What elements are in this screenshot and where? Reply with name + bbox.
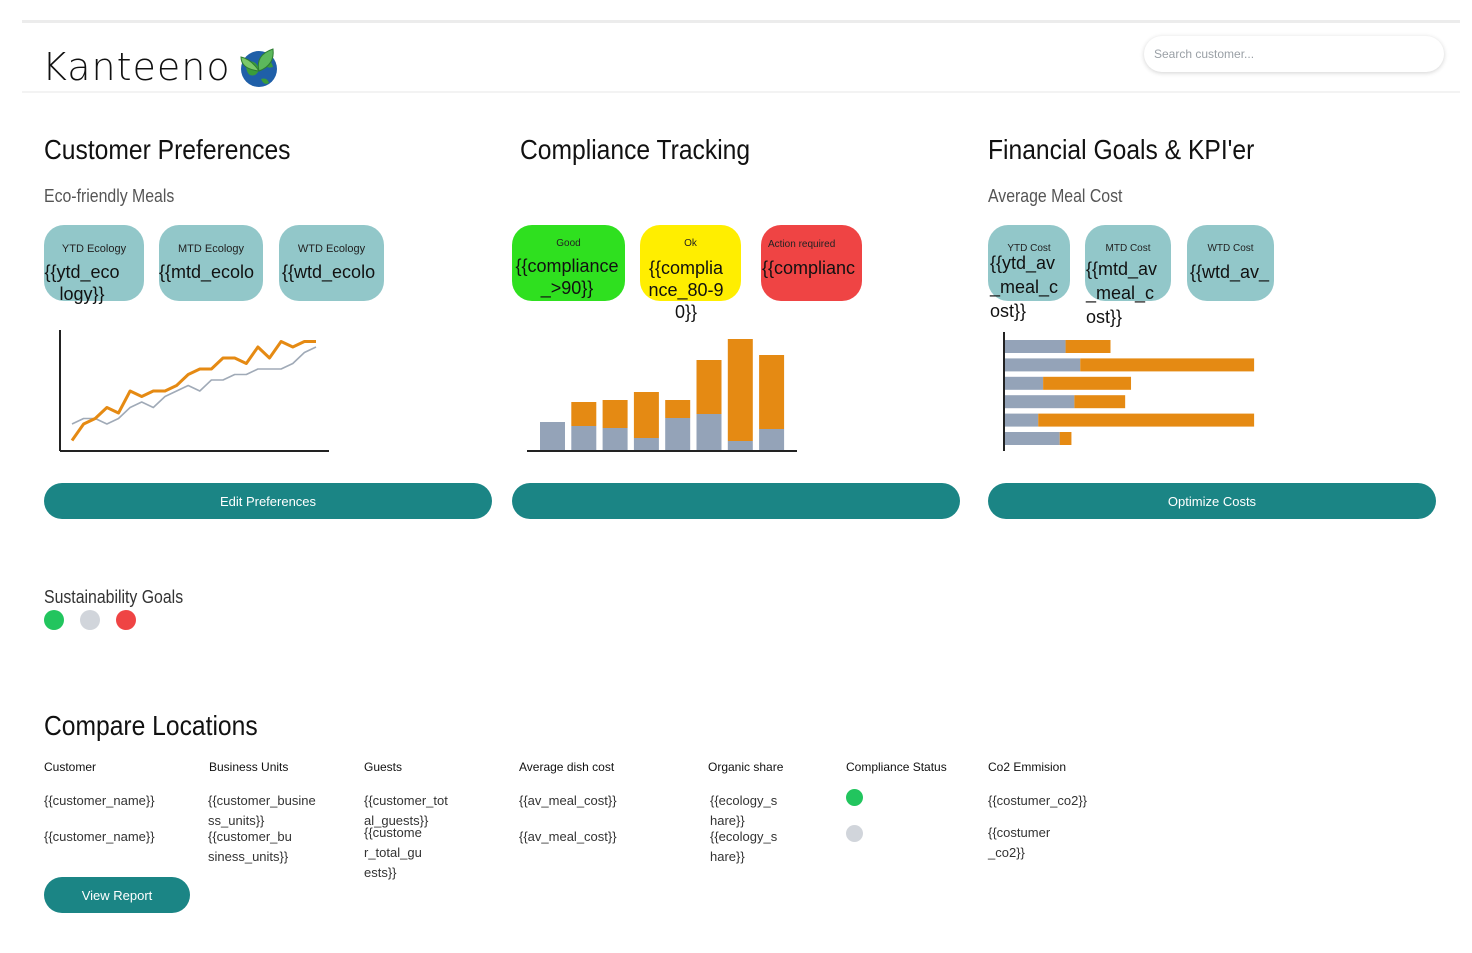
column-header-organic-share: Organic share xyxy=(708,760,784,774)
hbar-5-segment-1 xyxy=(1005,413,1039,427)
ytd-ecology-label: YTD Ecology xyxy=(61,243,127,255)
line-series-2 xyxy=(71,346,317,425)
meal-cost-horizontal-bar-chart xyxy=(1003,332,1255,451)
hbar-4-segment-2 xyxy=(1074,395,1126,409)
mtd-cost-card: MTD Cost {{mtd_av_meal_cost}} xyxy=(1085,225,1171,327)
bar-5-segment-1 xyxy=(665,418,691,450)
sustainability-status-dot-green xyxy=(44,610,64,630)
wtd-ecology-value: {{wtd_ecology}} xyxy=(282,262,376,285)
compliance-ok-label: Ok xyxy=(684,238,697,249)
row2-guests: {{customer_total_guests}} xyxy=(364,825,422,880)
wtd-ecology-card: WTD Ecology {{wtd_ecology}} xyxy=(279,225,384,301)
sustainability-status-dot-gray xyxy=(80,610,100,630)
row2-average-dish-cost: {{av_meal_cost}} xyxy=(519,829,617,844)
column-header-compliance-status: Compliance Status xyxy=(846,760,947,774)
wtd-cost-card: WTD Cost {{wtd_av_meal_cost}} xyxy=(1187,225,1274,301)
bar-6-segment-1 xyxy=(696,414,722,450)
row1-customer: {{customer_name}} xyxy=(44,793,155,808)
row2-customer: {{customer_name}} xyxy=(44,829,155,844)
ytd-cost-value: {{ytd_av_meal_cost}} xyxy=(990,253,1059,321)
row2-business-units: {{customer_business_units}} xyxy=(208,829,292,864)
row2-compliance-status-dot xyxy=(846,825,863,842)
bar-5-segment-2 xyxy=(665,400,691,418)
compliance-action-button[interactable] xyxy=(512,483,960,519)
compliance-stacked-bar-chart xyxy=(527,339,797,452)
ytd-cost-card: YTD Cost {{ytd_av_meal_cost}} xyxy=(988,225,1070,321)
hbar-2-segment-1 xyxy=(1005,358,1081,372)
row1-organic-share: {{ecology_share}} xyxy=(710,793,778,828)
hbar-6-segment-1 xyxy=(1005,432,1060,445)
brand-logo[interactable]: Kanteeno xyxy=(42,45,281,89)
bar-8-segment-2 xyxy=(759,355,785,429)
mtd-cost-value: {{mtd_av_meal_cost}} xyxy=(1086,259,1158,327)
financial-title: Financial Goals & KPI'er xyxy=(988,134,1255,165)
mtd-ecology-label: MTD Ecology xyxy=(177,243,245,255)
compliance-ok-value: {{compliance_80-90}} xyxy=(648,258,724,322)
bar-2-segment-2 xyxy=(571,402,597,426)
eco-meals-line-chart xyxy=(59,330,329,452)
bar-7-segment-1 xyxy=(727,441,753,450)
hbar-2-segment-2 xyxy=(1080,358,1255,372)
preferences-subtitle: Eco-friendly Meals xyxy=(44,186,175,206)
wtd-cost-label: WTD Cost xyxy=(1207,243,1254,254)
hbar-3-segment-2 xyxy=(1043,376,1132,390)
bar-4-segment-2 xyxy=(633,392,659,438)
bar-2-segment-1 xyxy=(571,426,597,450)
bar-7-segment-2 xyxy=(727,339,753,441)
row1-co2-emission: {{costumer_co2}} xyxy=(988,793,1088,808)
bar-4-segment-1 xyxy=(633,438,659,450)
hbar-3-segment-1 xyxy=(1005,376,1044,390)
column-header-average-dish-cost: Average dish cost xyxy=(519,760,615,774)
bar-1-segment-1 xyxy=(540,422,565,450)
brand-name: Kanteeno xyxy=(42,45,231,89)
hbar-1-segment-1 xyxy=(1005,340,1066,353)
line-series-1 xyxy=(70,340,316,442)
globe-leaf-icon xyxy=(240,48,277,87)
search-input[interactable] xyxy=(1144,36,1444,72)
compliance-good-value: {{compliance_>90}} xyxy=(515,256,619,298)
row1-average-dish-cost: {{av_meal_cost}} xyxy=(519,793,617,808)
locations-title: Compare Locations xyxy=(44,710,258,741)
column-header-business-units: Business Units xyxy=(209,760,289,774)
column-header-customer: Customer xyxy=(44,760,97,774)
financial-subtitle: Average Meal Cost xyxy=(988,186,1123,206)
wtd-cost-value: {{wtd_av_meal_cost}} xyxy=(1190,262,1270,285)
sustainability-status-dot-red xyxy=(116,610,136,630)
row1-business-units: {{customer_business_units}} xyxy=(208,793,316,828)
preferences-title: Customer Preferences xyxy=(44,134,291,165)
bar-3-segment-2 xyxy=(602,400,628,428)
mtd-ecology-card: MTD Ecology {{mtd_ecology}} xyxy=(159,225,263,301)
compliance-good-label: Good xyxy=(556,238,581,249)
ytd-ecology-card: YTD Ecology {{ytd_ecology}} xyxy=(44,225,144,304)
hbar-4-segment-1 xyxy=(1005,395,1075,409)
compliance-good-card: Good {{compliance_>90}} xyxy=(512,225,625,301)
app-header: Kanteeno xyxy=(22,23,1460,93)
bar-6-segment-2 xyxy=(696,360,722,414)
row2-organic-share: {{ecology_share}} xyxy=(710,829,778,864)
edit-preferences-button[interactable]: Edit Preferences xyxy=(44,483,492,519)
compliance-action-label: Action required xyxy=(768,239,836,250)
bar-3-segment-1 xyxy=(602,428,628,450)
mtd-ecology-value: {{mtd_ecology}} xyxy=(159,262,255,285)
compliance-ok-card: Ok {{compliance_80-90}} xyxy=(640,225,741,322)
row2-co2-emission: {{costumer_co2}} xyxy=(988,825,1051,860)
bar-8-segment-1 xyxy=(759,429,785,450)
view-report-button[interactable]: View Report xyxy=(44,877,190,913)
row1-compliance-status-dot xyxy=(846,789,863,806)
wtd-ecology-label: WTD Ecology xyxy=(297,243,366,255)
compliance-title: Compliance Tracking xyxy=(520,134,751,165)
mtd-cost-label: MTD Cost xyxy=(1105,243,1151,254)
hbar-1-segment-2 xyxy=(1065,340,1111,353)
compliance-action-value: {{compliance_<80}} xyxy=(762,258,856,281)
compliance-action-card: Action required {{compliance_<80}} xyxy=(761,225,862,301)
optimize-costs-button[interactable]: Optimize Costs xyxy=(988,483,1436,519)
column-header-co2-emission: Co2 Emmision xyxy=(988,760,1067,774)
column-header-guests: Guests xyxy=(364,760,403,774)
hbar-5-segment-2 xyxy=(1038,413,1255,427)
sustainability-title: Sustainability Goals xyxy=(44,587,184,607)
hbar-6-segment-2 xyxy=(1059,432,1072,445)
ytd-ecology-value: {{ytd_ecology}} xyxy=(44,262,120,304)
